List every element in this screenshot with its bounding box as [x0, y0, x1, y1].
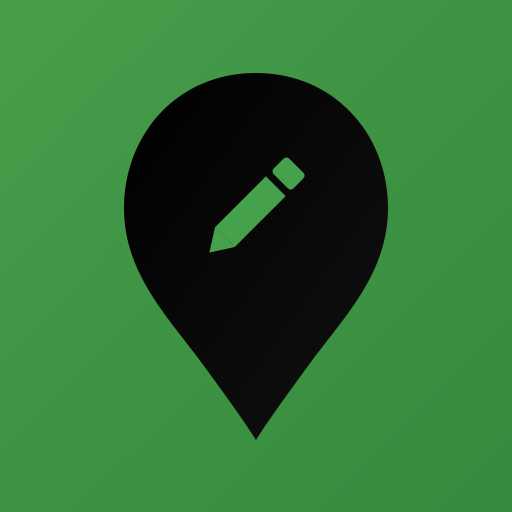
map-pin-shape	[124, 73, 388, 440]
map-pin-edit-icon	[124, 73, 388, 440]
app-icon	[0, 0, 512, 512]
